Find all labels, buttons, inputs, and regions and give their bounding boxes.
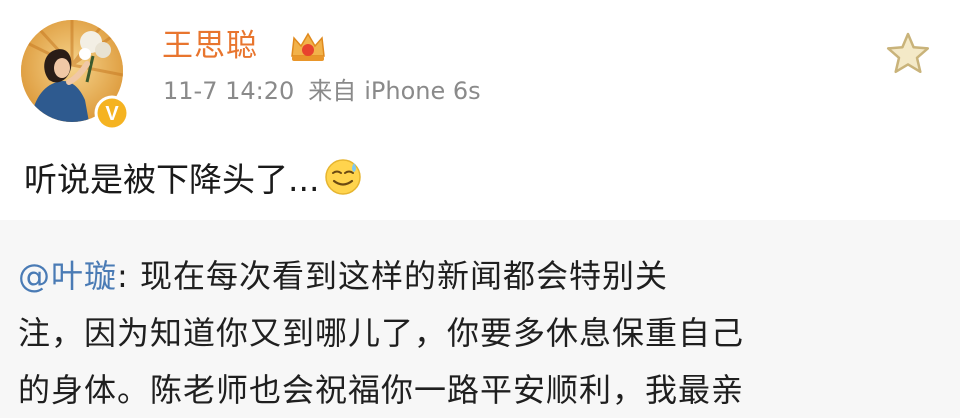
- svg-text:V: V: [105, 103, 119, 125]
- post-meta: 11-7 14:20 来自 iPhone 6s: [163, 74, 495, 108]
- weibo-post-card: V 王思聪 11-7 14:20 来自 iPhone 6s 听说是被下降头了... …: [0, 0, 960, 418]
- repost-text: @叶璇: 现在每次看到这样的新闻都会特别关 注，因为知道你又到哪儿了，你要多休息…: [18, 248, 948, 418]
- mention-separator: :: [117, 257, 129, 295]
- sweat-smile-emoji-icon: [325, 159, 362, 195]
- star-icon[interactable]: [884, 30, 932, 76]
- source-device[interactable]: iPhone 6s: [364, 77, 480, 105]
- repost-line-2: 注，因为知道你又到哪儿了，你要多休息保重自己: [18, 314, 745, 352]
- repost-fade: [0, 404, 960, 418]
- mention-link[interactable]: @叶璇: [18, 257, 117, 295]
- post-text: 听说是被下降头了...: [24, 160, 320, 199]
- repost-block[interactable]: @叶璇: 现在每次看到这样的新闻都会特别关 注，因为知道你又到哪儿了，你要多休息…: [0, 220, 960, 418]
- avatar-container[interactable]: V: [21, 20, 130, 131]
- source-prefix: 来自: [308, 77, 357, 105]
- username[interactable]: 王思聪: [162, 26, 258, 66]
- repost-line-1-text: 现在每次看到这样的新闻都会特别关: [128, 257, 668, 295]
- member-crown-icon[interactable]: [288, 28, 328, 64]
- post-text-container: 听说是被下降头了...: [24, 156, 363, 204]
- post-timestamp: 11-7 14:20: [163, 77, 295, 105]
- verified-badge-icon: V: [94, 95, 130, 131]
- repost-line-1: @叶璇: 现在每次看到这样的新闻都会特别关: [18, 248, 948, 305]
